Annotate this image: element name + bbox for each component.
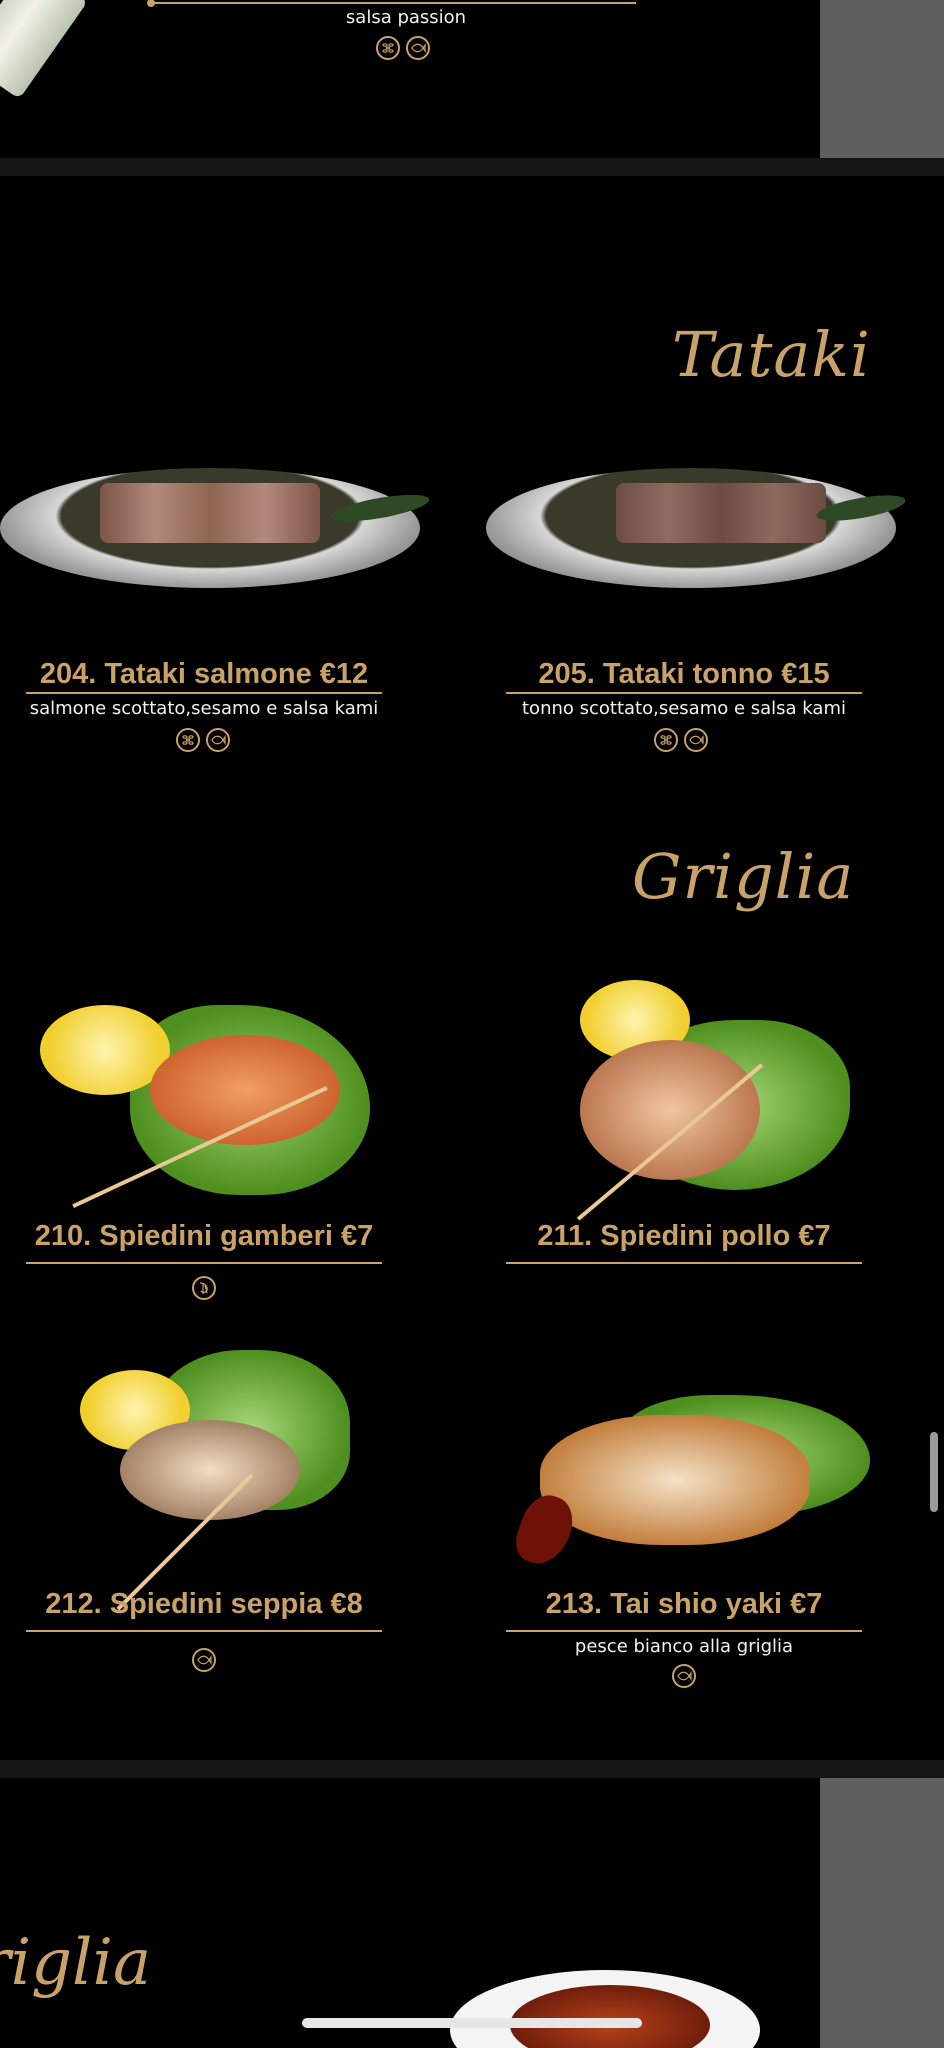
- shrimp-icon: [192, 1276, 216, 1300]
- allergen-icons-210: [192, 1276, 216, 1300]
- dish-image-spiedini-pollo[interactable]: [540, 980, 870, 1221]
- sesame-icon: [376, 36, 400, 60]
- fish-icon: [684, 728, 708, 752]
- allergen-icons-213: [672, 1664, 696, 1688]
- item-description-213: pesce bianco alla griglia: [574, 1636, 794, 1657]
- page-separator: [0, 1760, 944, 1778]
- adjacent-page-edge: [820, 1778, 944, 2048]
- item-name-210[interactable]: 210. Spiedini gamberi €7: [26, 1220, 382, 1253]
- fish-icon: [206, 728, 230, 752]
- item-name-205[interactable]: 205. Tataki tonno €15: [506, 658, 862, 691]
- scrollbar-thumb[interactable]: [930, 1432, 938, 1512]
- adjacent-page-edge: [820, 0, 944, 158]
- allergen-icons-204: [176, 728, 230, 752]
- menu-page: salsa passion Tataki 204. Tataki salmone…: [0, 0, 944, 2048]
- sesame-icon: [176, 728, 200, 752]
- dish-image-partial: [0, 0, 89, 100]
- dish-image-tai-shio-yaki[interactable]: [509, 1395, 870, 1585]
- underline-dot: [147, 0, 155, 7]
- dish-image-tataki-tonno[interactable]: [476, 458, 908, 628]
- item-description-205: tonno scottato,sesamo e salsa kami: [522, 698, 846, 719]
- section-title-tataki: Tataki: [672, 318, 871, 391]
- item-name-204[interactable]: 204. Tataki salmone €12: [26, 658, 382, 691]
- item-underline: [506, 1262, 862, 1264]
- item-name-212[interactable]: 212. Spiedini seppia €8: [26, 1588, 382, 1621]
- dish-image-spiedini-seppia[interactable]: [80, 1350, 350, 1611]
- page-separator: [0, 158, 944, 176]
- item-underline: [506, 692, 862, 694]
- item-name-211[interactable]: 211. Spiedini pollo €7: [506, 1220, 862, 1253]
- item-underline: [26, 1262, 382, 1264]
- item-name-213[interactable]: 213. Tai shio yaki €7: [506, 1588, 862, 1621]
- dish-image-spiedini-gamberi[interactable]: [40, 985, 380, 1215]
- fish-icon: [672, 1664, 696, 1688]
- item-description-204: salmone scottato,sesamo e salsa kami: [29, 698, 379, 719]
- item-underline: [26, 692, 382, 694]
- sesame-icon: [654, 728, 678, 752]
- allergen-icons: [376, 36, 430, 60]
- fish-icon: [406, 36, 430, 60]
- item-description: salsa passion: [345, 7, 467, 28]
- fish-icon: [192, 1648, 216, 1672]
- home-indicator[interactable]: [302, 2018, 642, 2028]
- item-underline: [26, 1630, 382, 1632]
- item-underline: [150, 2, 636, 4]
- section-title-partial: riglia: [0, 1926, 152, 2000]
- allergen-icons-205: [654, 728, 708, 752]
- dish-image-tataki-salmone[interactable]: [0, 458, 431, 628]
- section-title-griglia: Griglia: [632, 840, 855, 913]
- previous-menu-page: salsa passion: [0, 0, 820, 158]
- item-underline: [506, 1630, 862, 1632]
- allergen-icons-212: [192, 1648, 216, 1672]
